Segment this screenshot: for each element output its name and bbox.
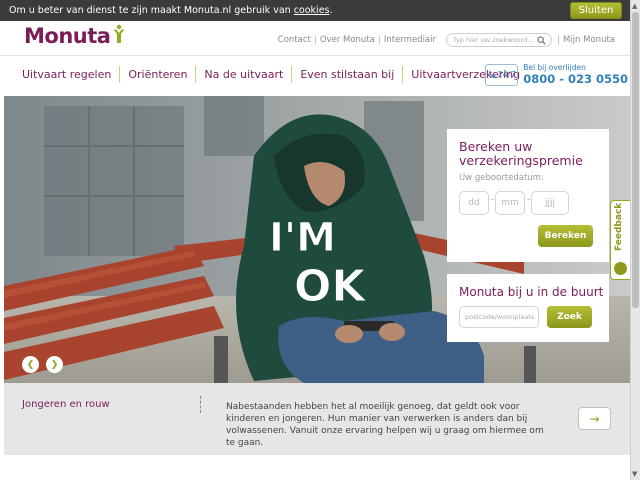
hero-next-button[interactable]: ❯ [46,356,63,373]
info-band: Jongeren en rouw Nabestaanden hebben het… [4,383,630,455]
top-nav-over-monuta[interactable]: Over Monuta [316,35,380,45]
header-divider [0,55,630,56]
scroll-thumb[interactable] [632,12,639,308]
page: Om u beter van dienst te zijn maakt Monu… [0,0,640,480]
cookie-close-button[interactable]: Sluiten [570,2,622,19]
feedback-label: Feedback [614,202,624,251]
cookie-period: . [329,5,333,16]
hoodie-print-line1: I'M [269,215,336,261]
phone-number[interactable]: 0800 - 023 0550 [523,72,628,86]
nearby-title: Monuta bij u in de buurt [459,285,604,299]
arrow-right-icon: → [589,411,600,426]
info-next-button[interactable]: → [578,407,611,430]
top-nav: Contact Over Monuta Intermediair Typ hie… [274,33,615,47]
phone-label: Bel bij overlijden [523,63,586,72]
logo[interactable]: Monuta [24,24,125,48]
birth-year-input[interactable]: jjjj [531,191,569,215]
scroll-up-icon[interactable]: ▲ [632,2,637,10]
chevron-right-icon: ❯ [50,359,59,370]
search-placeholder: Typ hier uw zoekwoord... [453,36,534,44]
cookie-text: Om u beter van dienst te zijn maakt Monu… [9,5,291,16]
search-input[interactable]: Typ hier uw zoekwoord... [446,33,552,47]
birth-month-input[interactable]: mm [495,191,525,215]
chevron-left-icon: ❮ [26,359,35,370]
date-separator: - [527,195,531,205]
phone-icon [488,70,496,79]
cookies-link[interactable]: cookies [294,5,330,16]
my-monuta-link[interactable]: Mijn Monuta [558,35,615,45]
main-nav: Uitvaart regelen Oriënteren Na de uitvaa… [14,66,528,83]
top-nav-contact[interactable]: Contact [274,35,316,45]
cookie-bar: Om u beter van dienst te zijn maakt Monu… [0,0,630,21]
search-icon[interactable] [537,36,546,45]
phone-block[interactable]: 24/7 Bel bij overlijden 0800 - 023 0550 [485,63,628,86]
scrollbar[interactable]: ▲ ▼ [630,0,640,480]
nav-uitvaart-regelen[interactable]: Uitvaart regelen [14,66,119,83]
logo-text: Monuta [24,24,111,48]
info-text: Nabestaanden hebben het al moeilijk geno… [226,402,544,448]
search-nearby-button[interactable]: Zoek [547,306,592,328]
premium-calculator-card: Bereken uw verzekeringspremie Uw geboort… [447,129,609,262]
nav-na-de-uitvaart[interactable]: Na de uitvaart [195,66,291,83]
logo-figure-icon [114,24,125,43]
phone-badge-text: 24/7 [497,70,516,79]
nav-even-stilstaan-bij[interactable]: Even stilstaan bij [291,66,402,83]
feedback-icon [614,262,627,275]
top-nav-intermediair[interactable]: Intermediair [380,35,440,45]
calculator-title: Bereken uw verzekeringspremie [459,139,583,168]
nav-orienteren[interactable]: Oriënteren [119,66,195,83]
hero-prev-button[interactable]: ❮ [22,356,39,373]
date-separator: - [491,195,495,205]
birth-day-input[interactable]: dd [459,191,489,215]
birthdate-label: Uw geboortedatum: [459,173,544,183]
calculate-button[interactable]: Bereken [538,225,593,247]
hoodie-print-line2: OK [294,261,367,312]
phone-badge: 24/7 [485,63,519,86]
info-divider [200,396,201,413]
scroll-down-icon[interactable]: ▼ [632,470,637,478]
nearby-card: Monuta bij u in de buurt postcode/woonpl… [447,274,609,342]
postcode-input[interactable]: postcode/woonplaats [459,306,539,328]
feedback-tab[interactable]: Feedback [610,200,630,280]
info-title: Jongeren en rouw [22,399,110,410]
